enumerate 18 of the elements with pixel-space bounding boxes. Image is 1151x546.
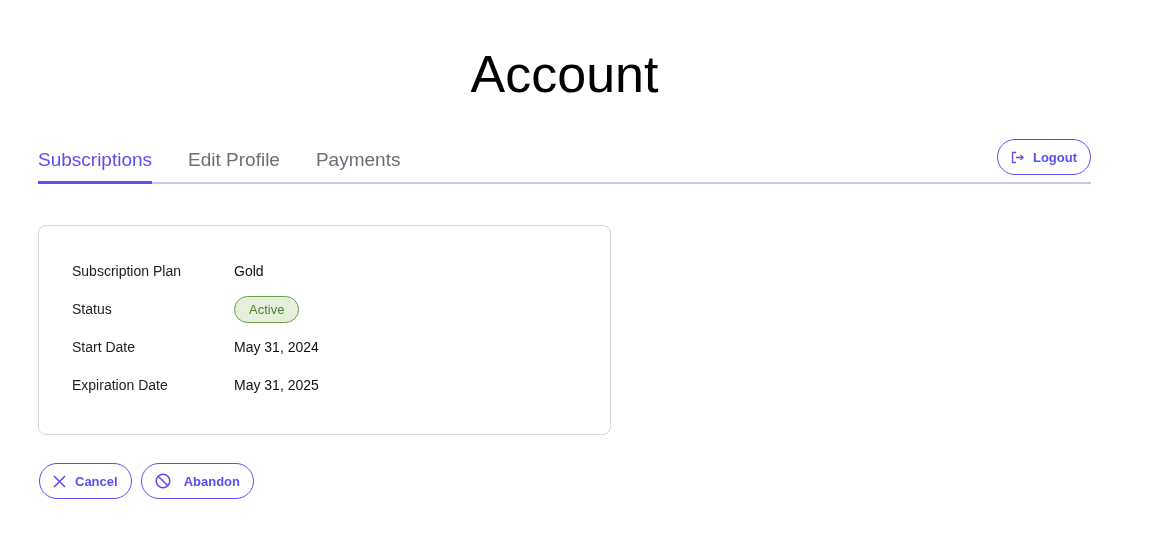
logout-icon <box>1010 150 1024 164</box>
field-value: May 31, 2025 <box>234 377 319 393</box>
close-icon <box>53 474 66 488</box>
status-badge: Active <box>234 295 300 323</box>
tab[interactable]: Payments <box>315 149 401 184</box>
field-label: Status <box>72 301 112 317</box>
field-label: Subscription Plan <box>72 263 181 279</box>
field-value: May 31, 2024 <box>234 339 319 355</box>
field-label: Expiration Date <box>72 377 168 393</box>
tab[interactable]: Subscriptions <box>38 149 153 184</box>
cancel-button[interactable]: Cancel <box>39 463 132 499</box>
page-title: Account <box>469 44 660 105</box>
field-value: Gold <box>234 263 264 279</box>
field-label: Start Date <box>72 339 136 355</box>
tab[interactable]: Edit Profile <box>188 149 280 184</box>
prohibited-icon <box>154 473 171 489</box>
abandon-button[interactable]: Abandon <box>140 463 254 499</box>
logout-button[interactable]: Logout <box>996 139 1091 175</box>
